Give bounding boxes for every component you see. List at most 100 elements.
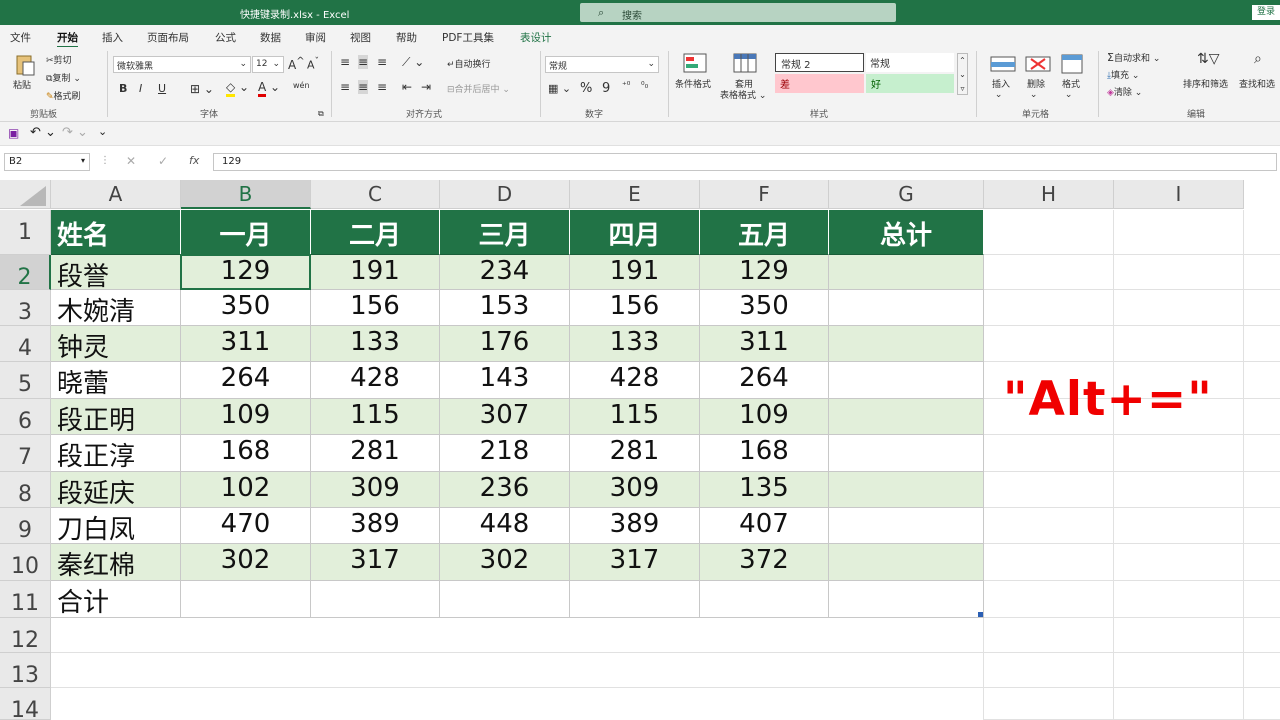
font-size-select[interactable]: 12 ⌄ [252, 56, 284, 73]
dialog-launcher-icon[interactable]: ⧉ [318, 109, 324, 119]
table-cell[interactable]: 317 [570, 544, 700, 581]
table-cell[interactable] [829, 435, 984, 472]
table-cell[interactable]: 281 [311, 435, 440, 472]
table-cell[interactable]: 428 [311, 362, 440, 399]
align-right-icon[interactable]: ≡ [377, 80, 387, 94]
row-header-5[interactable]: 5 [0, 362, 51, 399]
table-cell[interactable]: 281 [570, 435, 700, 472]
row-header-13[interactable]: 13 [0, 653, 51, 688]
table-cell[interactable]: 合计 [51, 581, 181, 618]
table-cell[interactable]: 156 [570, 290, 700, 326]
row-header-1[interactable]: 1 [0, 210, 51, 255]
table-cell[interactable]: 191 [311, 255, 440, 290]
column-header-B[interactable]: B [181, 180, 311, 209]
table-cell[interactable]: 刀白凤 [51, 508, 181, 544]
table-cell[interactable]: 236 [440, 472, 570, 508]
tab-0[interactable]: 文件 [10, 30, 31, 45]
row-header-9[interactable]: 9 [0, 508, 51, 544]
sort-filter-button[interactable]: 排序和筛选 [1183, 77, 1228, 90]
align-center-icon[interactable]: ≡ [358, 80, 369, 94]
table-cell[interactable] [570, 581, 700, 618]
font-color-button[interactable]: A ⌄ [258, 80, 280, 97]
align-middle-icon[interactable]: ≡ [358, 55, 369, 69]
table-format-button[interactable]: 表格格式 ⌄ [720, 88, 766, 101]
number-format-select[interactable]: 常规 ⌄ [545, 56, 659, 73]
style-normal[interactable]: 常规 [866, 53, 954, 72]
column-header-D[interactable]: D [440, 180, 570, 209]
percent-button[interactable]: % [580, 81, 592, 96]
table-cell[interactable]: 143 [440, 362, 570, 399]
decrease-decimal-icon[interactable]: ⁰₀ [641, 81, 648, 91]
column-header-F[interactable]: F [700, 180, 829, 209]
table-cell[interactable]: 350 [700, 290, 829, 326]
table-cell[interactable] [829, 362, 984, 399]
tab-9[interactable]: PDF工具集 [442, 30, 494, 45]
table-cell[interactable] [700, 581, 829, 618]
tab-7[interactable]: 视图 [350, 30, 371, 45]
tab-1[interactable]: 开始 [57, 30, 78, 49]
table-cell[interactable]: 302 [181, 544, 311, 581]
row-header-11[interactable]: 11 [0, 581, 51, 618]
delete-cells-button[interactable]: 删除 ⌄ [1027, 77, 1045, 100]
table-header-cell[interactable]: 总计 [829, 210, 984, 255]
grow-font-button[interactable]: A^ [288, 56, 305, 72]
format-cells-button[interactable]: 格式 ⌄ [1062, 77, 1080, 100]
row-header-2[interactable]: 2 [0, 255, 51, 290]
login-button[interactable]: 登录 [1252, 5, 1280, 20]
copy-button[interactable]: ⧉复制 ⌄ [46, 71, 81, 84]
table-cell[interactable]: 153 [440, 290, 570, 326]
table-cell[interactable]: 168 [700, 435, 829, 472]
table-cell[interactable]: 470 [181, 508, 311, 544]
tab-4[interactable]: 公式 [215, 30, 236, 45]
table-cell[interactable]: 389 [311, 508, 440, 544]
italic-button[interactable]: I [139, 82, 142, 95]
styles-scroll-icon[interactable]: ⌃ ⌄ ▿ [957, 53, 968, 95]
row-header-7[interactable]: 7 [0, 435, 51, 472]
table-cell[interactable]: 350 [181, 290, 311, 326]
table-cell[interactable]: 102 [181, 472, 311, 508]
table-cell[interactable]: 372 [700, 544, 829, 581]
paste-icon[interactable] [14, 53, 36, 77]
table-header-cell[interactable]: 一月 [181, 210, 311, 255]
table-cell[interactable] [829, 472, 984, 508]
table-cell[interactable] [311, 581, 440, 618]
select-all-corner[interactable] [0, 180, 51, 209]
table-header-cell[interactable]: 三月 [440, 210, 570, 255]
table-cell[interactable]: 109 [181, 399, 311, 435]
border-button[interactable]: ⊞ ⌄ [190, 82, 214, 96]
row-header-8[interactable]: 8 [0, 472, 51, 508]
worksheet-grid[interactable]: A B C D E F G H I 1 2 3 4 5 6 7 8 9 10 11 12 13 14 姓名 一月 二月 三月 四月 五月… [0, 180, 1280, 720]
table-cell[interactable] [829, 581, 984, 618]
bold-button[interactable]: B [119, 82, 127, 95]
row-header-14[interactable]: 14 [0, 688, 51, 720]
table-cell[interactable]: 133 [311, 326, 440, 362]
tab-10[interactable]: 表设计 [520, 30, 552, 45]
table-cell[interactable]: 156 [311, 290, 440, 326]
shrink-font-button[interactable]: Aˇ [307, 56, 319, 72]
table-cell[interactable]: 115 [311, 399, 440, 435]
autosum-button[interactable]: Σ自动求和 ⌄ [1107, 51, 1160, 64]
table-cell[interactable]: 133 [570, 326, 700, 362]
underline-button[interactable]: U [158, 82, 166, 95]
table-header-cell[interactable]: 四月 [570, 210, 700, 255]
wrap-text-button[interactable]: ↵自动换行 [447, 57, 491, 70]
row-header-3[interactable]: 3 [0, 290, 51, 326]
table-cell[interactable] [829, 255, 984, 290]
search-box[interactable]: ⌕ 搜索 [580, 3, 896, 22]
cancel-icon[interactable]: ✕ [126, 154, 136, 168]
table-cell[interactable]: 129 [700, 255, 829, 290]
orientation-icon[interactable]: ⟋ ⌄ [402, 55, 424, 70]
style-bad[interactable]: 差 [775, 74, 864, 93]
table-cell[interactable]: 109 [700, 399, 829, 435]
table-cell[interactable] [829, 290, 984, 326]
insert-cells-button[interactable]: 插入 ⌄ [992, 77, 1010, 100]
table-cell[interactable]: 428 [570, 362, 700, 399]
table-header-cell[interactable]: 姓名 [51, 210, 181, 255]
decrease-indent-icon[interactable]: ⇤ [402, 80, 412, 94]
table-header-cell[interactable]: 二月 [311, 210, 440, 255]
table-cell[interactable] [440, 581, 570, 618]
redo-icon[interactable]: ↷ ⌄ [62, 125, 88, 140]
table-cell[interactable]: 晓蕾 [51, 362, 181, 399]
row-header-6[interactable]: 6 [0, 399, 51, 435]
column-header-G[interactable]: G [829, 180, 984, 209]
